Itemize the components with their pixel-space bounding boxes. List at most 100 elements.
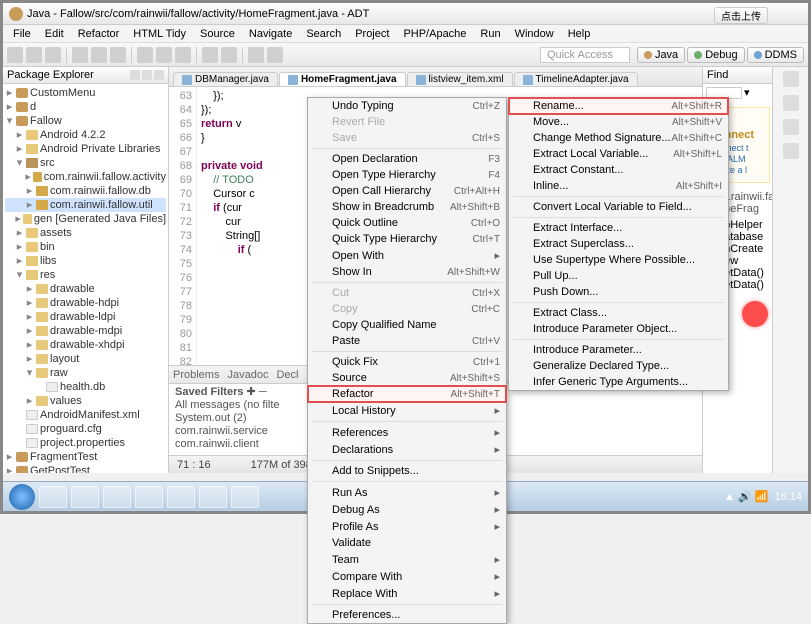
tree-node[interactable]: ▸com.rainwii.fallow.db xyxy=(5,184,166,198)
menu-item-convertlocalvariabletofield[interactable]: Convert Local Variable to Field... xyxy=(509,199,728,215)
menu-item-opentypehierarchy[interactable]: Open Type HierarchyF4 xyxy=(308,167,506,183)
view-menu-icon[interactable] xyxy=(154,70,164,80)
tree-node[interactable]: ▸GetPostTest xyxy=(5,464,166,473)
tree-node[interactable]: ▾src xyxy=(5,156,166,170)
tree-node[interactable]: ▸values xyxy=(5,394,166,408)
menu-item-paste[interactable]: PasteCtrl+V xyxy=(308,333,506,349)
javadoc-tab[interactable]: Javadoc xyxy=(227,369,268,381)
menu-item-usesupertypewherepossible[interactable]: Use Supertype Where Possible... xyxy=(509,252,728,268)
forward-icon[interactable] xyxy=(267,47,283,63)
menu-item-extractclass[interactable]: Extract Class... xyxy=(509,305,728,321)
menu-item-debugas[interactable]: Debug As▸ xyxy=(308,501,506,518)
collapse-all-icon[interactable] xyxy=(130,70,140,80)
filter-service[interactable]: com.rainwii.service xyxy=(175,425,305,438)
tree-node[interactable]: ▸drawable-mdpi xyxy=(5,324,166,338)
tree-node[interactable]: ▸layout xyxy=(5,352,166,366)
editor-tab[interactable]: listview_item.xml xyxy=(407,72,513,86)
menu-item-showin[interactable]: Show InAlt+Shift+W xyxy=(308,264,506,280)
open-type-icon[interactable] xyxy=(175,47,191,63)
search-icon[interactable] xyxy=(202,47,218,63)
tree-node[interactable]: proguard.cfg xyxy=(5,422,166,436)
debug-icon[interactable] xyxy=(72,47,88,63)
menu-item-opendeclaration[interactable]: Open DeclarationF3 xyxy=(308,151,506,167)
menu-item-preferences[interactable]: Preferences... xyxy=(308,607,506,623)
outline-icon[interactable] xyxy=(783,95,799,111)
menu-project[interactable]: Project xyxy=(349,27,395,41)
menu-item-addtosnippets[interactable]: Add to Snippets... xyxy=(308,463,506,479)
tree-node[interactable]: ▾Fallow xyxy=(5,114,166,128)
menu-run[interactable]: Run xyxy=(474,27,506,41)
clock[interactable]: 16:14 xyxy=(774,491,802,503)
menu-item-refactor[interactable]: RefactorAlt+Shift+T xyxy=(308,386,506,402)
menu-item-generalizedeclaredtype[interactable]: Generalize Declared Type... xyxy=(509,358,728,374)
menu-item-validate[interactable]: Validate xyxy=(308,535,506,551)
menu-item-extractinterface[interactable]: Extract Interface... xyxy=(509,220,728,236)
tree-node[interactable]: ▾res xyxy=(5,268,166,282)
menu-item-team[interactable]: Team▸ xyxy=(308,551,506,568)
tree-node[interactable]: ▸bin xyxy=(5,240,166,254)
print-icon[interactable] xyxy=(221,47,237,63)
menu-item-rename[interactable]: Rename...Alt+Shift+R xyxy=(509,98,728,114)
menu-item-references[interactable]: References▸ xyxy=(308,424,506,441)
menu-file[interactable]: File xyxy=(7,27,37,41)
menu-item-undotyping[interactable]: Undo TypingCtrl+Z xyxy=(308,98,506,114)
menu-item-profileas[interactable]: Profile As▸ xyxy=(308,518,506,535)
menu-item-extractconstant[interactable]: Extract Constant... xyxy=(509,162,728,178)
menu-item-introduceparameterobject[interactable]: Introduce Parameter Object... xyxy=(509,321,728,337)
tree-node[interactable]: ▸drawable xyxy=(5,282,166,296)
new-icon[interactable] xyxy=(7,47,23,63)
perspective-ddms[interactable]: DDMS xyxy=(747,47,804,63)
tree-node[interactable]: ▸libs xyxy=(5,254,166,268)
quick-access[interactable]: Quick Access xyxy=(540,47,630,63)
tree-node[interactable]: ▸com.rainwii.fallow.activity xyxy=(5,170,166,184)
tree-node[interactable]: ▸FragmentTest xyxy=(5,450,166,464)
menu-item-localhistory[interactable]: Local History▸ xyxy=(308,402,506,419)
tree-node[interactable]: ▸Android 4.2.2 xyxy=(5,128,166,142)
filter-systemout[interactable]: System.out (2) xyxy=(175,412,305,425)
menu-help[interactable]: Help xyxy=(562,27,597,41)
menu-phpapache[interactable]: PHP/Apache xyxy=(397,27,472,41)
menu-item-replacewith[interactable]: Replace With▸ xyxy=(308,585,506,602)
editor-tab[interactable]: HomeFragment.java xyxy=(279,72,406,86)
tree-node[interactable]: ▸assets xyxy=(5,226,166,240)
editor-tab[interactable]: DBManager.java xyxy=(173,72,278,86)
menu-item-move[interactable]: Move...Alt+Shift+V xyxy=(509,114,728,130)
tree-node[interactable]: ▸com.rainwii.fallow.util xyxy=(5,198,166,212)
tree-node[interactable]: AndroidManifest.xml xyxy=(5,408,166,422)
new-package-icon[interactable] xyxy=(137,47,153,63)
menu-item-source[interactable]: SourceAlt+Shift+S xyxy=(308,370,506,386)
tree-node[interactable]: project.properties xyxy=(5,436,166,450)
tree-node[interactable]: ▸drawable-ldpi xyxy=(5,310,166,324)
assistant-widget[interactable] xyxy=(742,301,768,327)
properties-icon[interactable] xyxy=(783,143,799,159)
menu-item-introduceparameter[interactable]: Introduce Parameter... xyxy=(509,342,728,358)
app2-icon[interactable] xyxy=(199,486,227,508)
menu-item-quickoutline[interactable]: Quick OutlineCtrl+O xyxy=(308,215,506,231)
app3-icon[interactable] xyxy=(231,486,259,508)
menu-item-infergenerictypearguments[interactable]: Infer Generic Type Arguments... xyxy=(509,374,728,390)
tree-node[interactable]: health.db xyxy=(5,380,166,394)
tray-icons[interactable]: ▲ 🔊 📶 xyxy=(724,490,768,503)
explorer-icon[interactable] xyxy=(39,486,67,508)
problems-tab[interactable]: Problems xyxy=(173,369,219,381)
run-icon[interactable] xyxy=(91,47,107,63)
menu-item-extractlocalvariable[interactable]: Extract Local Variable...Alt+Shift+L xyxy=(509,146,728,162)
menu-item-opencallhierarchy[interactable]: Open Call HierarchyCtrl+Alt+H xyxy=(308,183,506,199)
editor-tab[interactable]: TimelineAdapter.java xyxy=(514,72,638,86)
tree-node[interactable]: ▸d xyxy=(5,100,166,114)
link-editor-icon[interactable] xyxy=(142,70,152,80)
filter-all[interactable]: All messages (no filte xyxy=(175,399,305,412)
menu-item-changemethodsignature[interactable]: Change Method Signature...Alt+Shift+C xyxy=(509,130,728,146)
save-all-icon[interactable] xyxy=(45,47,61,63)
back-icon[interactable] xyxy=(248,47,264,63)
upload-button[interactable]: 点击上传 xyxy=(714,7,768,24)
filter-client[interactable]: com.rainwii.client xyxy=(175,438,305,451)
menu-item-inline[interactable]: Inline...Alt+Shift+I xyxy=(509,178,728,194)
perspective-java[interactable]: Java xyxy=(637,47,685,63)
folder-icon[interactable] xyxy=(103,486,131,508)
menu-item-pushdown[interactable]: Push Down... xyxy=(509,284,728,300)
menu-source[interactable]: Source xyxy=(194,27,241,41)
eclipse-icon[interactable] xyxy=(135,486,163,508)
menu-item-runas[interactable]: Run As▸ xyxy=(308,484,506,501)
start-button[interactable] xyxy=(9,484,35,510)
